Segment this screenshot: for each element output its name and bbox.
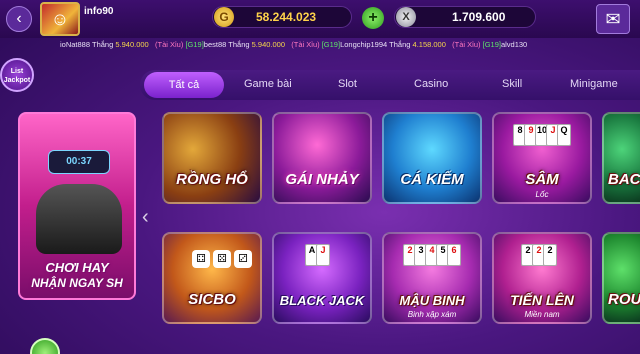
- game-tile-sam-loc[interactable]: 8 9 10 J Q SÂM Lốc: [492, 112, 592, 204]
- tab-skill[interactable]: Skill: [502, 78, 522, 90]
- promo-timer: 00:37: [48, 150, 110, 174]
- mail-button[interactable]: ✉: [596, 4, 630, 34]
- game-sublabel: Binh xập xám: [407, 310, 457, 319]
- ticker-user: alvd130: [500, 40, 528, 49]
- list-jackpot-button[interactable]: List Jackpot: [0, 58, 34, 92]
- avatar[interactable]: ☺: [40, 2, 80, 36]
- add-funds-button[interactable]: +: [362, 7, 384, 29]
- scroll-left-arrow-icon[interactable]: ‹: [142, 206, 149, 229]
- ticker-room: (Tài Xỉu): [452, 40, 481, 49]
- game-tile-gai-nhay[interactable]: GÁI NHẢY: [272, 112, 372, 204]
- back-button[interactable]: ‹: [6, 6, 32, 32]
- username-label: info90: [84, 6, 114, 17]
- card: J: [316, 244, 330, 266]
- game-tile-rong-ho[interactable]: RỒNG HỔ: [162, 112, 262, 204]
- game-tile-roulette[interactable]: ROU: [602, 232, 640, 324]
- playing-cards-icon: A J: [305, 244, 330, 266]
- game-label: TIẾN LÊN: [510, 292, 574, 308]
- game-label: MẬU BINH: [399, 293, 465, 308]
- die: ⚂: [234, 250, 252, 268]
- card: 6: [447, 244, 461, 266]
- game-tile-sicbo[interactable]: ⚃ ⚄ ⚂ SICBO: [162, 232, 262, 324]
- ticker-user: best88: [203, 40, 227, 49]
- game-label: BAC: [608, 171, 640, 188]
- category-tabs: Tất cả Game bài Slot Casino Skill Miniga…: [140, 70, 640, 100]
- ticker-room: (Tài Xỉu): [155, 40, 184, 49]
- card: Q: [557, 124, 571, 146]
- gold-coin-icon: G: [214, 7, 234, 27]
- game-tile-ca-kiem[interactable]: CÁ KIẾM: [382, 112, 482, 204]
- promo-banner[interactable]: 00:37 CHƠI HAY NHẬN NGAY SH: [18, 112, 136, 300]
- ticker-text: Thắng: [389, 40, 411, 49]
- ticker-user: Longchip1994: [340, 40, 388, 49]
- jackpot-label-2: Jackpot: [3, 77, 31, 84]
- ticker-amount: 4.158.000: [412, 40, 446, 49]
- dice-icon: ⚃ ⚄ ⚂: [192, 250, 252, 268]
- tab-minigame[interactable]: Minigame: [570, 78, 618, 90]
- ticker-text: Thắng: [228, 40, 250, 49]
- game-label: CÁ KIẾM: [400, 171, 464, 188]
- die: ⚄: [213, 250, 231, 268]
- tab-card-games[interactable]: Game bài: [244, 78, 292, 90]
- game-tile-bac[interactable]: BAC: [602, 112, 640, 204]
- game-tile-mau-binh[interactable]: 2 3 4 5 6 MẬU BINH Binh xập xám: [382, 232, 482, 324]
- game-tile-black-jack[interactable]: A J BLACK JACK: [272, 232, 372, 324]
- ticker-amount: 5.940.000: [251, 40, 286, 49]
- tab-slot[interactable]: Slot: [338, 78, 357, 90]
- scooter-image: [36, 184, 122, 254]
- playing-cards-icon: 2 2 2: [521, 244, 557, 266]
- silver-balance-value: 1.709.600: [452, 10, 506, 24]
- game-label: ROU: [608, 291, 640, 308]
- game-label: GÁI NHẢY: [285, 171, 359, 188]
- winner-ticker: ioNat888 Thắng 5.940.000 (Tài Xỉu) [G19]…: [60, 40, 640, 54]
- promo-line-2: NHẬN NGAY SH: [31, 276, 123, 290]
- jackpot-label-1: List: [10, 68, 24, 75]
- tab-casino[interactable]: Casino: [414, 78, 448, 90]
- gold-balance-value: 58.244.023: [256, 10, 317, 24]
- ticker-text: Thắng: [91, 40, 114, 49]
- tab-all[interactable]: Tất cả: [144, 72, 224, 98]
- playing-cards-icon: 8 9 10 J Q: [513, 124, 571, 146]
- game-label: SICBO: [188, 291, 236, 308]
- game-sublabel: Miền nam: [524, 310, 560, 319]
- bottom-action-button[interactable]: [30, 338, 60, 354]
- game-tile-tien-len[interactable]: 2 2 2 TIẾN LÊN Miền nam: [492, 232, 592, 324]
- game-sublabel: Lốc: [535, 190, 549, 199]
- game-label: SÂM: [525, 171, 559, 188]
- card: 2: [543, 244, 557, 266]
- ticker-user: ioNat888: [60, 40, 91, 49]
- promo-line-1: CHƠI HAY: [45, 260, 109, 275]
- ticker-tag: [G19]: [321, 40, 341, 49]
- die: ⚃: [192, 250, 210, 268]
- ticker-room: (Tài Xỉu): [291, 40, 320, 49]
- ticker-amount: 5.940.000: [115, 40, 149, 49]
- ticker-tag: [G19]: [185, 40, 204, 49]
- playing-cards-icon: 2 3 4 5 6: [403, 244, 461, 266]
- silver-coin-icon: X: [396, 7, 416, 27]
- game-label: BLACK JACK: [279, 293, 365, 308]
- game-label: RỒNG HỔ: [176, 171, 248, 188]
- ticker-tag: [G19]: [482, 40, 501, 49]
